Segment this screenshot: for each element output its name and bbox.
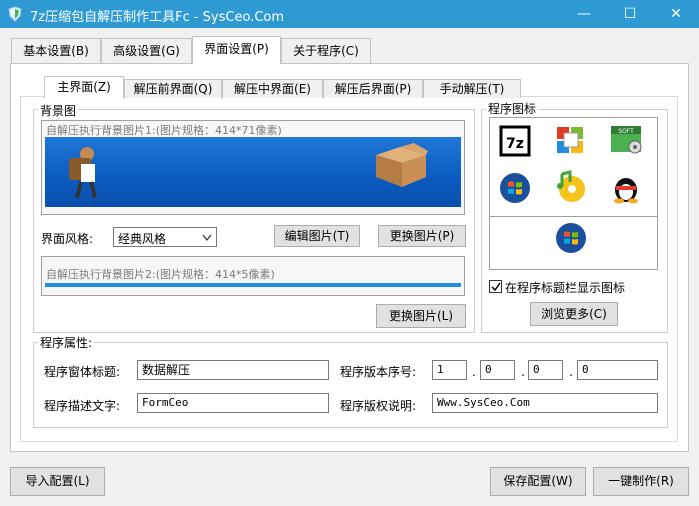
window-title: 7z压缩包自解压制作工具Fc - SysCeo.Com: [30, 10, 285, 25]
cd-music-icon[interactable]: [554, 170, 588, 204]
style-select-value: 经典风格: [118, 232, 167, 246]
show-icon-label[interactable]: 在程序标题栏显示图标: [505, 279, 625, 296]
tab-basic-settings[interactable]: 基本设置(B): [11, 38, 101, 63]
office-icon[interactable]: [555, 124, 587, 156]
version-major-input[interactable]: 1: [432, 360, 467, 380]
version-separator: .: [472, 365, 476, 379]
copyright-label: 程序版权说明:: [340, 399, 417, 413]
window-title-input[interactable]: 数据解压: [137, 360, 329, 380]
cardboard-box-icon: [376, 143, 428, 187]
background-legend: 背景图: [38, 102, 79, 119]
copyright-input[interactable]: Www.SysCeo.Com: [432, 393, 658, 413]
svg-text:SOFT: SOFT: [618, 128, 634, 135]
close-button[interactable]: ✕: [653, 0, 699, 28]
version-revision-input[interactable]: 0: [577, 360, 658, 380]
subtab-after-extract[interactable]: 解压后界面(P): [323, 79, 423, 98]
background-image1: [45, 137, 461, 207]
description-label: 程序描述文字:: [44, 399, 121, 413]
maximize-button[interactable]: ☐: [607, 0, 653, 28]
one-click-build-button[interactable]: 一键制作(R): [593, 467, 689, 496]
tab-interface-settings[interactable]: 界面设置(P): [192, 36, 281, 64]
properties-group: [33, 342, 668, 428]
background-image2-bar: [45, 283, 461, 287]
description-input[interactable]: FormCeo: [137, 393, 329, 413]
title-bar[interactable]: 7z压缩包自解压制作工具Fc - SysCeo.Com — ☐ ✕: [0, 0, 699, 28]
chevron-down-icon: [202, 234, 212, 242]
version-separator: .: [569, 365, 573, 379]
replace-image2-button[interactable]: 更换图片(L): [376, 304, 466, 328]
windows-icon[interactable]: [499, 172, 531, 204]
windows-icon[interactable]: [555, 222, 587, 254]
program-icon-legend: 程序图标: [486, 100, 539, 117]
version-minor-input[interactable]: 0: [480, 360, 515, 380]
style-select[interactable]: 经典风格: [113, 227, 217, 247]
minimize-button[interactable]: —: [561, 0, 607, 28]
svg-text:7z: 7z: [506, 136, 524, 152]
subtab-before-extract[interactable]: 解压前界面(Q): [124, 79, 222, 98]
save-config-button[interactable]: 保存配置(W): [490, 467, 586, 496]
tab-about[interactable]: 关于程序(C): [281, 38, 371, 63]
icon-gallery-divider: [490, 216, 657, 217]
image1-caption: 自解压执行背景图片1:(图片规格：414*71像素): [46, 124, 282, 137]
subtab-main[interactable]: 主界面(Z): [44, 76, 124, 98]
image2-caption: 自解压执行背景图片2:(图片规格：414*5像素): [46, 268, 275, 281]
style-label: 界面风格:: [41, 232, 94, 246]
replace-image1-button[interactable]: 更换图片(P): [378, 225, 466, 247]
show-icon-checkbox[interactable]: [489, 280, 502, 293]
7z-icon[interactable]: 7z: [499, 125, 531, 157]
properties-legend: 程序属性:: [38, 334, 95, 351]
import-config-button[interactable]: 导入配置(L): [10, 467, 105, 496]
version-label: 程序版本序号:: [340, 365, 417, 379]
qq-penguin-icon[interactable]: [611, 170, 641, 204]
porter-with-box-icon: [69, 147, 97, 199]
subtab-manual-extract[interactable]: 手动解压(T): [423, 79, 521, 98]
soft-icon[interactable]: SOFT: [610, 124, 644, 156]
window-title-label: 程序窗体标题:: [44, 365, 121, 379]
app-shield-icon: [8, 6, 22, 22]
edit-image-button[interactable]: 编辑图片(T): [274, 225, 360, 247]
version-separator: .: [521, 365, 525, 379]
browse-more-button[interactable]: 浏览更多(C): [530, 302, 618, 326]
version-build-input[interactable]: 0: [528, 360, 563, 380]
checkmark-icon: [491, 282, 501, 292]
subtab-during-extract[interactable]: 解压中界面(E): [222, 79, 323, 98]
tab-advanced-settings[interactable]: 高级设置(G): [101, 38, 192, 63]
